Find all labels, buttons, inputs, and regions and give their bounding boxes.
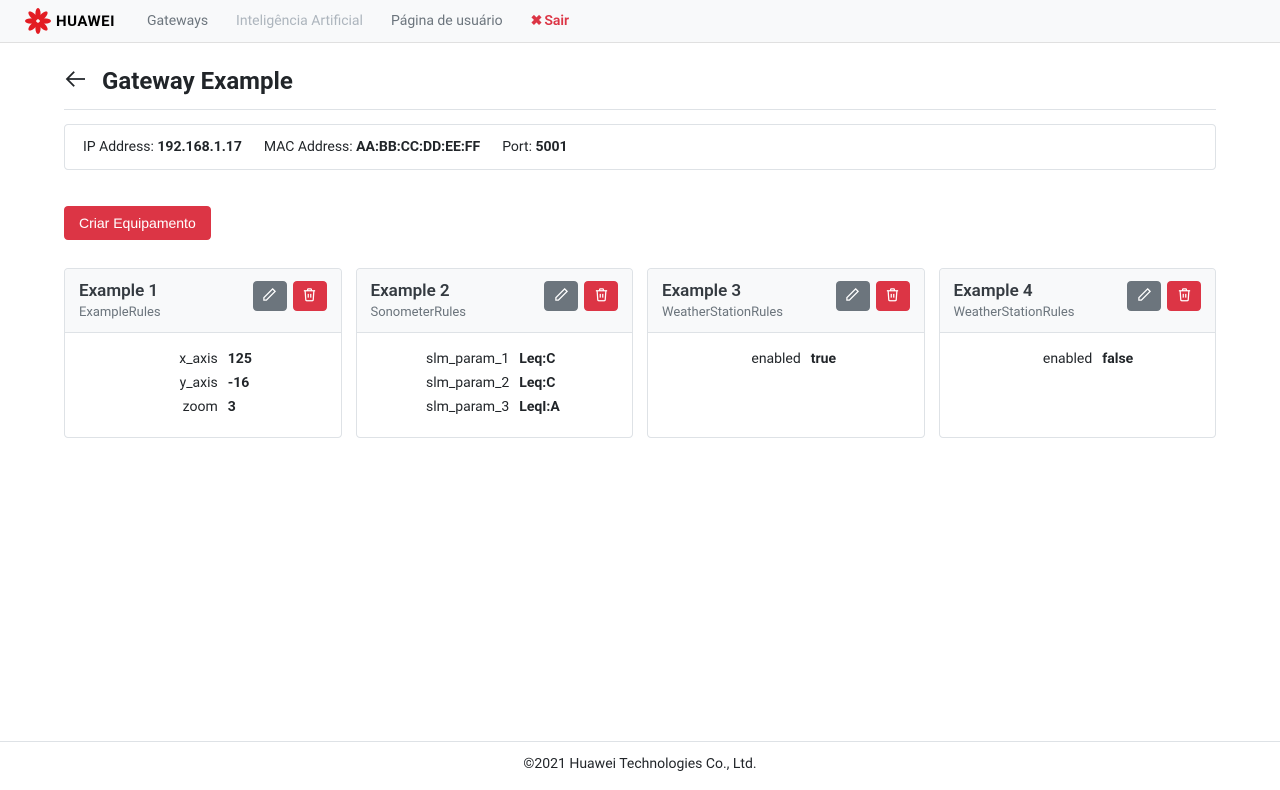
param-key: enabled: [1002, 351, 1092, 367]
nav-link-logout-label: Sair: [544, 13, 569, 29]
footer-text: ©2021 Huawei Technologies Co., Ltd.: [523, 756, 756, 772]
device-card-actions: [836, 281, 910, 311]
param-value: false: [1102, 351, 1152, 367]
device-card-actions: [544, 281, 618, 311]
param-row: enabled true: [662, 351, 910, 367]
param-value: true: [811, 351, 861, 367]
delete-button[interactable]: [876, 281, 910, 311]
nav-link-ai[interactable]: Inteligência Artificial: [228, 9, 371, 33]
delete-button[interactable]: [293, 281, 327, 311]
device-card-subtitle: SonometerRules: [371, 305, 467, 320]
param-value: -16: [228, 375, 278, 391]
create-equipment-button[interactable]: Criar Equipamento: [64, 206, 211, 240]
param-row: x_axis 125: [79, 351, 327, 367]
param-value: 125: [228, 351, 278, 367]
param-key: enabled: [711, 351, 801, 367]
device-card-subtitle: ExampleRules: [79, 305, 161, 320]
param-row: slm_param_2 Leq:C: [371, 375, 619, 391]
param-row: zoom 3: [79, 399, 327, 415]
device-card: Example 1 ExampleRules x_axis 125 y_axis -16 z…: [64, 268, 342, 438]
device-card-header: Example 3 WeatherStationRules: [648, 269, 924, 333]
device-card-body: slm_param_1Leq:Cslm_param_2Leq:Cslm_para…: [357, 333, 633, 437]
page-title: Gateway Example: [102, 67, 293, 95]
edit-button[interactable]: [544, 281, 578, 311]
pencil-icon: [262, 287, 277, 305]
param-value: Leq:C: [519, 351, 569, 367]
navbar: HUAWEI Gateways Inteligência Artificial …: [0, 0, 1280, 43]
trash-icon: [1177, 287, 1192, 305]
device-card-subtitle: WeatherStationRules: [662, 305, 783, 320]
brand-text: HUAWEI: [56, 12, 115, 30]
nav-link-gateways[interactable]: Gateways: [139, 9, 216, 33]
trash-icon: [594, 287, 609, 305]
param-row: slm_param_3 LeqI:A: [371, 399, 619, 415]
trash-icon: [885, 287, 900, 305]
device-card-title: Example 4: [954, 281, 1075, 301]
param-row: slm_param_1 Leq:C: [371, 351, 619, 367]
nav-link-logout[interactable]: ✖ Sair: [523, 9, 577, 33]
gateway-info-card: IP Address: 192.168.1.17 MAC Address: AA…: [64, 124, 1216, 170]
device-card-subtitle: WeatherStationRules: [954, 305, 1075, 320]
info-port: Port: 5001: [502, 139, 567, 155]
device-card-title: Example 3: [662, 281, 783, 301]
device-card-header: Example 1 ExampleRules: [65, 269, 341, 333]
pencil-icon: [554, 287, 569, 305]
param-row: y_axis -16: [79, 375, 327, 391]
delete-button[interactable]: [1167, 281, 1201, 311]
info-mac: MAC Address: AA:BB:CC:DD:EE:FF: [264, 139, 480, 155]
nav-link-user-page[interactable]: Página de usuário: [383, 9, 511, 33]
device-card-title: Example 2: [371, 281, 467, 301]
param-key: slm_param_3: [419, 399, 509, 415]
device-card-actions: [1127, 281, 1201, 311]
param-key: zoom: [128, 399, 218, 415]
param-key: x_axis: [128, 351, 218, 367]
device-card-body: enabled false: [940, 333, 1216, 389]
page-header: Gateway Example: [64, 59, 1216, 110]
brand-logo[interactable]: HUAWEI: [24, 8, 115, 34]
edit-button[interactable]: [253, 281, 287, 311]
back-arrow-icon[interactable]: [64, 70, 88, 93]
param-value: 3: [228, 399, 278, 415]
pencil-icon: [845, 287, 860, 305]
edit-button[interactable]: [1127, 281, 1161, 311]
close-icon: ✖: [531, 13, 543, 29]
param-key: slm_param_2: [419, 375, 509, 391]
device-cards-row: Example 1 ExampleRules x_axis 125 y_axis -16 z…: [64, 268, 1216, 438]
device-card: Example 3 WeatherStationRules enabled true: [647, 268, 925, 438]
device-card-body: enabled true: [648, 333, 924, 389]
edit-button[interactable]: [836, 281, 870, 311]
device-card: Example 4 WeatherStationRules enabled false: [939, 268, 1217, 438]
device-card-body: x_axis 125 y_axis -16 zoom 3: [65, 333, 341, 437]
trash-icon: [302, 287, 317, 305]
info-ip: IP Address: 192.168.1.17: [83, 139, 242, 155]
device-card-title: Example 1: [79, 281, 161, 301]
device-card: Example 2SonometerRulesslm_param_1Leq:Cs…: [356, 268, 634, 438]
device-card-header: Example 2 SonometerRules: [357, 269, 633, 333]
param-key: slm_param_1: [419, 351, 509, 367]
param-key: y_axis: [128, 375, 218, 391]
param-row: enabled false: [954, 351, 1202, 367]
param-value: Leq:C: [519, 375, 569, 391]
device-card-actions: [253, 281, 327, 311]
device-card-header: Example 4 WeatherStationRules: [940, 269, 1216, 333]
footer: ©2021 Huawei Technologies Co., Ltd.: [0, 741, 1280, 790]
delete-button[interactable]: [584, 281, 618, 311]
huawei-logo-icon: [24, 8, 52, 34]
param-value: LeqI:A: [519, 399, 569, 415]
pencil-icon: [1137, 287, 1152, 305]
